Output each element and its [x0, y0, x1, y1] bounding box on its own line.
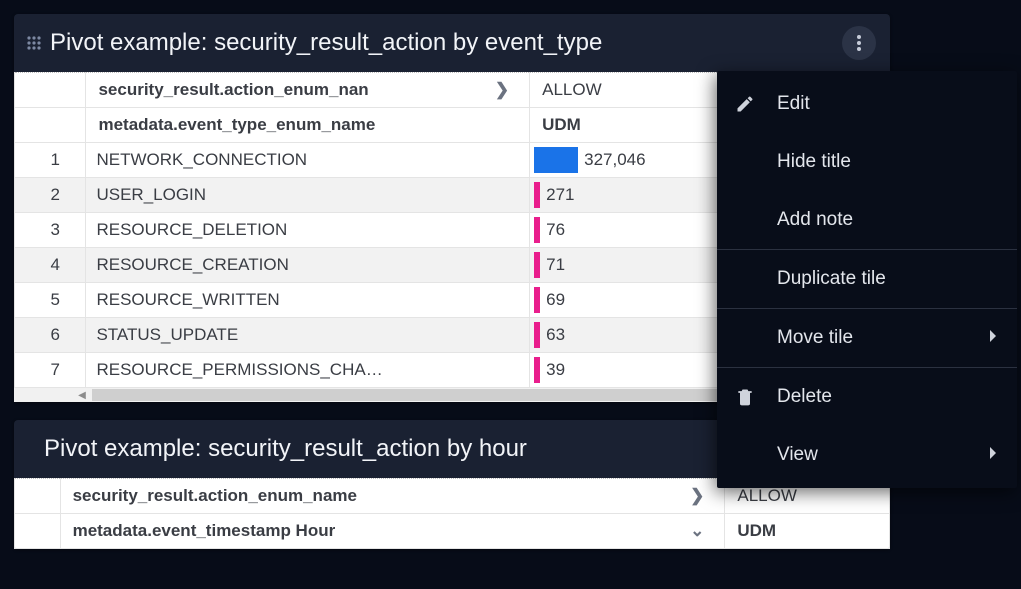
value-text: 271	[546, 185, 574, 205]
row-number: 2	[15, 178, 86, 213]
chevron-right-icon	[989, 329, 999, 347]
dimension-cell: RESOURCE_WRITTEN	[86, 283, 530, 318]
menu-label: Add note	[777, 209, 999, 231]
menu-delete[interactable]: Delete	[717, 368, 1017, 426]
bar-indicator-icon	[534, 322, 540, 348]
row-number: 7	[15, 353, 86, 388]
menu-label: Delete	[777, 386, 999, 408]
dimension-cell: STATUS_UPDATE	[86, 318, 530, 353]
row-number: 3	[15, 213, 86, 248]
row-number: 1	[15, 143, 86, 178]
value-text: 327,046	[584, 150, 645, 170]
row-field-header[interactable]: metadata.event_timestamp Hour ⌄	[60, 514, 725, 549]
pivot-field-label: security_result.action_enum_nan	[98, 80, 368, 99]
menu-view[interactable]: View	[717, 426, 1017, 484]
value-text: 69	[546, 290, 565, 310]
row-number: 4	[15, 248, 86, 283]
measure-label: UDM	[542, 115, 581, 134]
value-text: 39	[546, 360, 565, 380]
bar-indicator-icon	[534, 287, 540, 313]
row-field-label: metadata.event_timestamp Hour	[73, 521, 336, 540]
dimension-cell: USER_LOGIN	[86, 178, 530, 213]
dimension-cell: RESOURCE_CREATION	[86, 248, 530, 283]
dimension-cell: RESOURCE_DELETION	[86, 213, 530, 248]
bar-indicator-icon	[534, 217, 540, 243]
menu-hide-title[interactable]: Hide title	[717, 133, 1017, 191]
tile-title: Pivot example: security_result_action by…	[50, 29, 842, 57]
row-number: 6	[15, 318, 86, 353]
tile-menu-button[interactable]	[842, 26, 876, 60]
drag-handle-icon[interactable]	[24, 33, 44, 53]
tile-body: security_result.action_enum_name ❯ ALLOW…	[14, 478, 890, 549]
row-field-header[interactable]: metadata.event_type_enum_name	[86, 108, 530, 143]
chevron-down-icon: ⌄	[690, 521, 704, 541]
bar-indicator-icon	[534, 252, 540, 278]
bar-indicator-icon	[534, 357, 540, 383]
menu-label: View	[777, 444, 989, 466]
bar-indicator-icon	[534, 147, 578, 173]
bar-indicator-icon	[534, 182, 540, 208]
value-text: 71	[546, 255, 565, 275]
trash-icon	[735, 387, 777, 407]
dimension-cell: RESOURCE_PERMISSIONS_CHA…	[86, 353, 530, 388]
pivot-field-header[interactable]: security_result.action_enum_name ❯	[60, 479, 725, 514]
menu-add-note[interactable]: Add note	[717, 191, 1017, 249]
menu-label: Hide title	[777, 151, 999, 173]
chevron-right-icon: ❯	[495, 80, 509, 100]
value-text: 63	[546, 325, 565, 345]
value-text: 76	[546, 220, 565, 240]
menu-label: Edit	[777, 93, 999, 115]
menu-label: Duplicate tile	[777, 268, 999, 290]
measure-allow[interactable]: UDM	[725, 514, 890, 549]
dimension-cell: NETWORK_CONNECTION	[86, 143, 530, 178]
tile-context-menu: Edit Hide title Add note Duplicate tile …	[717, 71, 1017, 488]
pencil-icon	[735, 94, 777, 114]
chevron-right-icon	[989, 446, 999, 464]
pivot-field-header[interactable]: security_result.action_enum_nan ❯	[86, 73, 530, 108]
row-number: 5	[15, 283, 86, 318]
menu-move-tile[interactable]: Move tile	[717, 309, 1017, 367]
menu-duplicate-tile[interactable]: Duplicate tile	[717, 250, 1017, 308]
menu-label: Move tile	[777, 327, 989, 349]
menu-edit[interactable]: Edit	[717, 75, 1017, 133]
scroll-left-icon[interactable]: ◀	[76, 389, 88, 401]
chevron-right-icon: ❯	[690, 486, 704, 506]
pivot-field-label: security_result.action_enum_name	[73, 486, 357, 505]
